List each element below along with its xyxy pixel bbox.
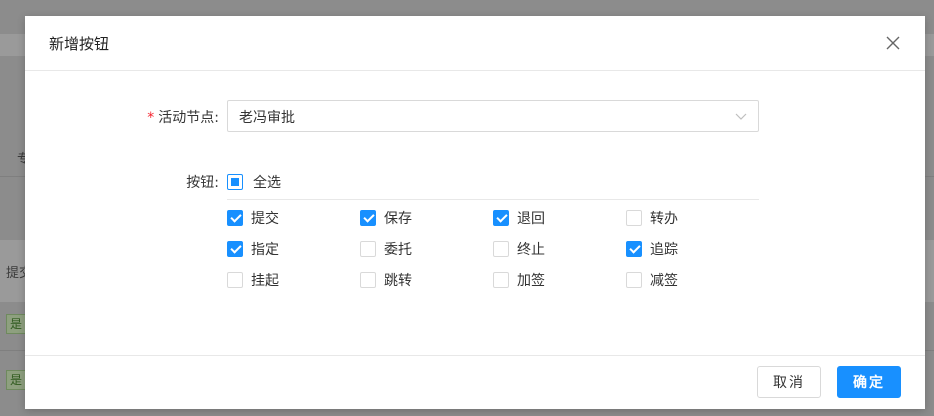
modal-title: 新增按钮 — [49, 35, 110, 53]
button-option-checkbox[interactable]: 提交 — [227, 208, 279, 228]
add-button-modal: 新增按钮 * 活动节点: 老冯审批 按钮: 全选 提交 保存 退回 转办指定 委托 终止 追踪… — [25, 16, 925, 409]
activity-node-select[interactable]: 老冯审批 — [227, 100, 759, 132]
modal-footer: 取消 确定 — [25, 355, 925, 409]
chevron-down-icon — [735, 113, 747, 120]
button-option-label: 指定 — [251, 242, 279, 258]
checkbox-unchecked[interactable] — [626, 272, 642, 288]
button-option-label: 追踪 — [650, 242, 678, 258]
options-divider — [227, 199, 759, 200]
button-option-label: 委托 — [384, 242, 412, 258]
checkbox-unchecked[interactable] — [493, 272, 509, 288]
checkbox-checked[interactable] — [626, 241, 642, 257]
button-option-checkbox[interactable]: 委托 — [360, 239, 412, 259]
select-all-checkbox[interactable]: 全选 — [227, 172, 281, 192]
checkbox-unchecked[interactable] — [360, 272, 376, 288]
checkbox-unchecked[interactable] — [493, 241, 509, 257]
button-option-checkbox[interactable]: 退回 — [493, 208, 545, 228]
button-option-checkbox[interactable]: 终止 — [493, 239, 545, 259]
checkbox-checked[interactable] — [493, 210, 509, 226]
checkbox-checked[interactable] — [227, 210, 243, 226]
button-option-label: 终止 — [517, 242, 545, 258]
button-option-label: 提交 — [251, 211, 279, 227]
button-option-checkbox[interactable]: 转办 — [626, 208, 678, 228]
required-mark: * — [147, 110, 155, 126]
button-option-label: 加签 — [517, 273, 545, 289]
checkbox-unchecked[interactable] — [626, 210, 642, 226]
close-button[interactable] — [883, 33, 903, 53]
modal-header: 新增按钮 — [25, 16, 925, 71]
confirm-button[interactable]: 确定 — [837, 366, 901, 398]
select-all-label: 全选 — [253, 175, 281, 191]
close-icon — [886, 36, 900, 50]
activity-node-label: * 活动节点: — [119, 107, 219, 127]
select-all-box[interactable] — [227, 174, 243, 190]
button-option-label: 减签 — [650, 273, 678, 289]
checkbox-unchecked[interactable] — [227, 272, 243, 288]
checkbox-checked[interactable] — [227, 241, 243, 257]
button-option-label: 转办 — [650, 211, 678, 227]
checkbox-checked[interactable] — [360, 210, 376, 226]
button-option-checkbox[interactable]: 跳转 — [360, 270, 412, 290]
modal-body: * 活动节点: 老冯审批 按钮: 全选 提交 保存 退回 转办指定 委托 终止 追踪挂起 跳转 加… — [25, 71, 925, 356]
activity-node-label-text: 活动节点: — [158, 110, 219, 126]
button-option-label: 跳转 — [384, 273, 412, 289]
button-option-checkbox[interactable]: 指定 — [227, 239, 279, 259]
cancel-button[interactable]: 取消 — [757, 366, 821, 398]
button-option-checkbox[interactable]: 挂起 — [227, 270, 279, 290]
checkbox-unchecked[interactable] — [360, 241, 376, 257]
button-option-label: 保存 — [384, 211, 412, 227]
button-option-label: 挂起 — [251, 273, 279, 289]
button-option-checkbox[interactable]: 保存 — [360, 208, 412, 228]
button-option-label: 退回 — [517, 211, 545, 227]
button-option-checkbox[interactable]: 追踪 — [626, 239, 678, 259]
buttons-label: 按钮: — [186, 175, 219, 191]
button-option-checkbox[interactable]: 减签 — [626, 270, 678, 290]
activity-node-value: 老冯审批 — [239, 110, 295, 126]
button-option-checkbox[interactable]: 加签 — [493, 270, 545, 290]
